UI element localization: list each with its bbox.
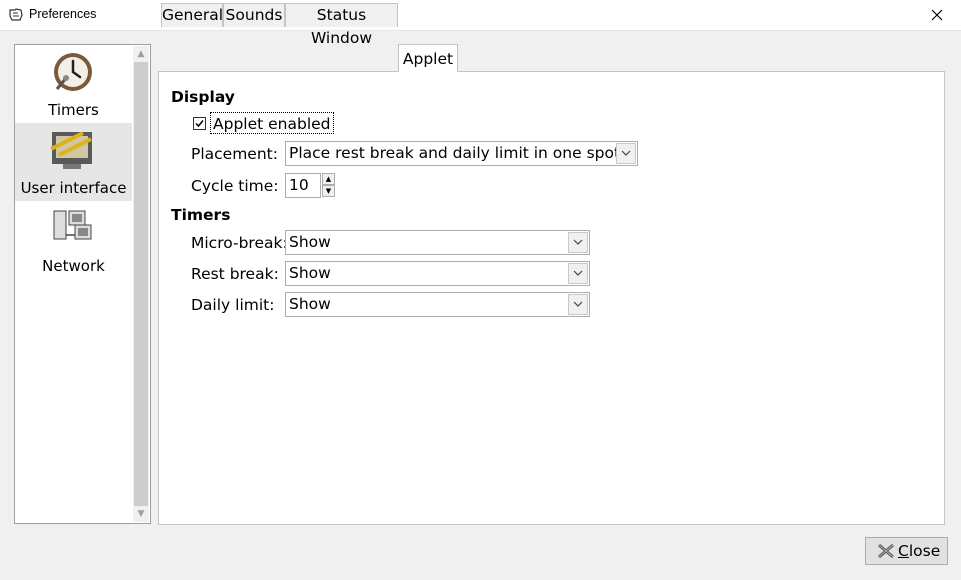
scrollbar-thumb[interactable]	[134, 62, 148, 506]
tab-general[interactable]: General	[161, 3, 223, 27]
sidebar-item-label: User interface	[20, 179, 127, 197]
dropdown-button[interactable]	[568, 232, 588, 253]
sidebar-item-label: Timers	[48, 101, 99, 119]
scroll-down-icon[interactable]: ▼	[133, 506, 149, 522]
micro-break-value: Show	[289, 233, 331, 251]
dropdown-button[interactable]	[568, 263, 588, 284]
placement-value: Place rest break and daily limit in one …	[289, 144, 621, 162]
title-bar: Preferences	[0, 0, 961, 31]
chevron-down-icon	[573, 270, 583, 276]
dropdown-button[interactable]	[616, 143, 636, 164]
chevron-down-icon	[573, 239, 583, 245]
rest-break-label: Rest break:	[191, 265, 279, 283]
daily-limit-value: Show	[289, 295, 331, 313]
window-close-button[interactable]	[915, 0, 961, 30]
daily-limit-label: Daily limit:	[191, 296, 275, 314]
tab-applet[interactable]: Applet	[398, 44, 458, 72]
tab-status-window[interactable]: Status Window	[285, 3, 398, 47]
close-icon	[931, 9, 943, 21]
app-icon	[9, 8, 23, 21]
placement-select[interactable]: Place rest break and daily limit in one …	[285, 141, 638, 166]
placement-label: Placement:	[191, 145, 278, 163]
close-button-label: Close	[898, 542, 941, 560]
spin-down-button[interactable]: ▼	[322, 185, 335, 197]
daily-limit-select[interactable]: Show	[285, 292, 590, 317]
tab-sounds[interactable]: Sounds	[223, 3, 285, 27]
network-computers-icon	[53, 210, 92, 240]
chevron-down-icon	[621, 150, 631, 156]
cycle-time-input[interactable]: 10	[285, 173, 321, 198]
spin-up-button[interactable]: ▲	[322, 173, 335, 185]
sidebar-item-network[interactable]: Network	[15, 201, 132, 279]
sidebar-item-user-interface[interactable]: User interface	[15, 123, 132, 201]
sidebar-item-timers[interactable]: Timers	[15, 45, 132, 123]
cycle-time-label: Cycle time:	[191, 177, 279, 195]
chevron-down-icon	[573, 301, 583, 307]
sidebar-item-label: Network	[42, 257, 105, 275]
micro-break-label: Micro-break:	[191, 234, 288, 252]
display-heading: Display	[171, 88, 235, 106]
checkmark-icon	[195, 120, 204, 128]
rest-break-select[interactable]: Show	[285, 261, 590, 286]
window-title: Preferences	[29, 7, 97, 21]
rest-break-value: Show	[289, 264, 331, 282]
category-sidebar: Timers User interface Network ▲ ▼	[14, 44, 151, 524]
timers-heading: Timers	[171, 206, 231, 224]
dropdown-button[interactable]	[568, 294, 588, 315]
applet-enabled-label[interactable]: Applet enabled	[210, 112, 334, 134]
sidebar-scrollbar[interactable]: ▲ ▼	[133, 46, 149, 522]
micro-break-select[interactable]: Show	[285, 230, 590, 255]
applet-enabled-checkbox[interactable]	[193, 117, 206, 130]
cycle-time-spinner[interactable]: 10 ▲ ▼	[285, 173, 336, 198]
close-icon	[878, 543, 894, 559]
user-interface-icon	[50, 131, 92, 169]
timer-clock-icon	[54, 53, 92, 91]
close-button[interactable]: Close	[865, 537, 948, 565]
scroll-up-icon[interactable]: ▲	[133, 46, 149, 62]
